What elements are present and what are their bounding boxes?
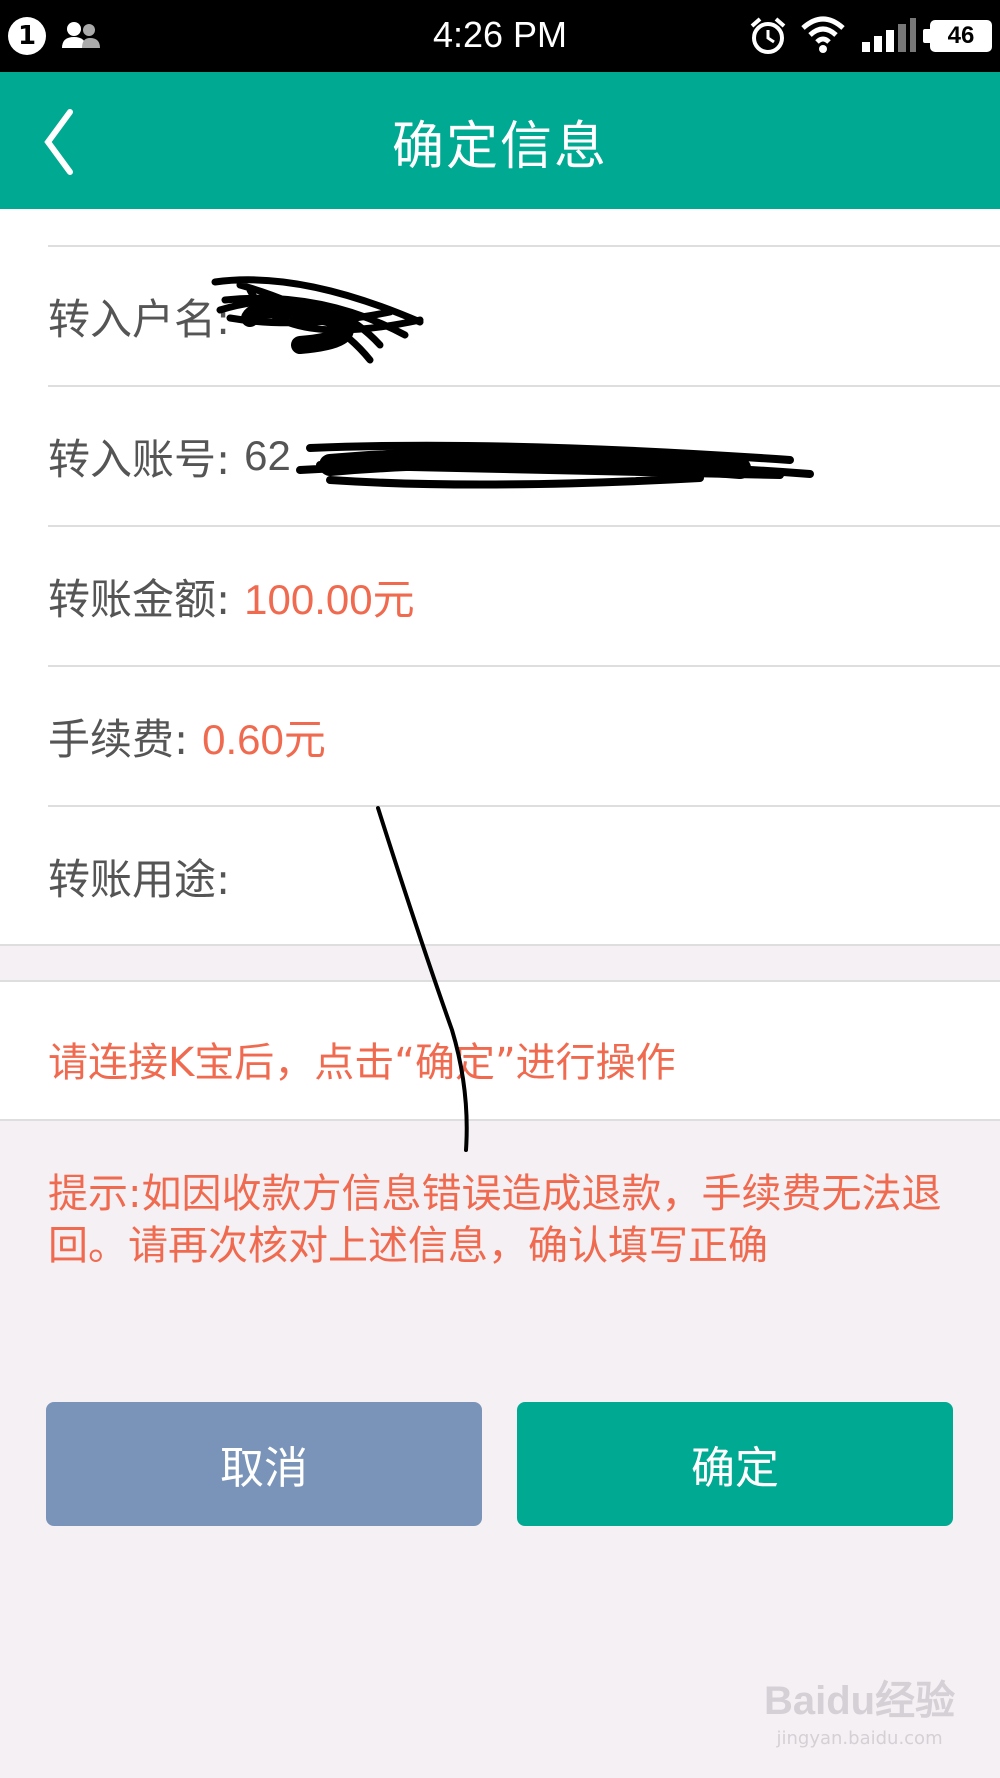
row-fee: 手续费: 0.60元	[48, 665, 1000, 805]
watermark-brand: Baidu经验	[764, 1679, 956, 1723]
kbao-notice: 请连接K宝后，点击“确定”进行操作	[0, 980, 1000, 1121]
recipient-account-label: 转入账号:	[48, 434, 231, 484]
recipient-account-value: 62	[244, 432, 291, 479]
clock: 4:26 PM	[432, 14, 568, 55]
wifi-icon	[801, 16, 845, 53]
baidu-watermark: Baidu经验 jingyan.baidu.com	[764, 1668, 955, 1749]
row-transfer-amount: 转账金额: 100.00元	[48, 525, 1000, 665]
battery-icon: 46	[923, 20, 992, 52]
fee-value: 0.60元	[202, 715, 326, 763]
row-recipient-account: 转入账号: 62	[48, 385, 1000, 525]
cancel-button[interactable]: 取消	[46, 1402, 482, 1526]
alarm-icon	[750, 17, 786, 54]
confirm-button[interactable]: 确定	[517, 1402, 953, 1526]
fee-label: 手续费:	[48, 714, 189, 764]
page-title: 确定信息	[391, 117, 608, 177]
row-purpose: 转账用途:	[48, 805, 1000, 945]
tip-text: 提示:如因收款方信息错误造成退款，手续费无法退回。请再次核对上述信息，确认填写正…	[48, 1171, 942, 1269]
watermark-url: jingyan.baidu.com	[776, 1728, 943, 1749]
transfer-info-panel: 转入户名: 转入账号: 62 转账金额: 100.00元 手续费: 0.60元 …	[0, 209, 1000, 944]
notice-text: 请连接K宝后，点击“确定”进行操作	[48, 1040, 676, 1086]
row-recipient-name: 转入户名:	[48, 245, 1000, 385]
title-bar: 确定信息	[0, 72, 1000, 209]
transfer-amount-value: 100.00元	[244, 575, 415, 623]
divider	[0, 944, 1000, 946]
signal-icon	[862, 18, 916, 52]
status-bar: 1 4:26 PM 46	[0, 0, 1000, 72]
recipient-name-label: 转入户名:	[48, 294, 231, 344]
transfer-amount-label: 转账金额:	[48, 574, 231, 624]
purpose-label: 转账用途:	[48, 854, 231, 904]
